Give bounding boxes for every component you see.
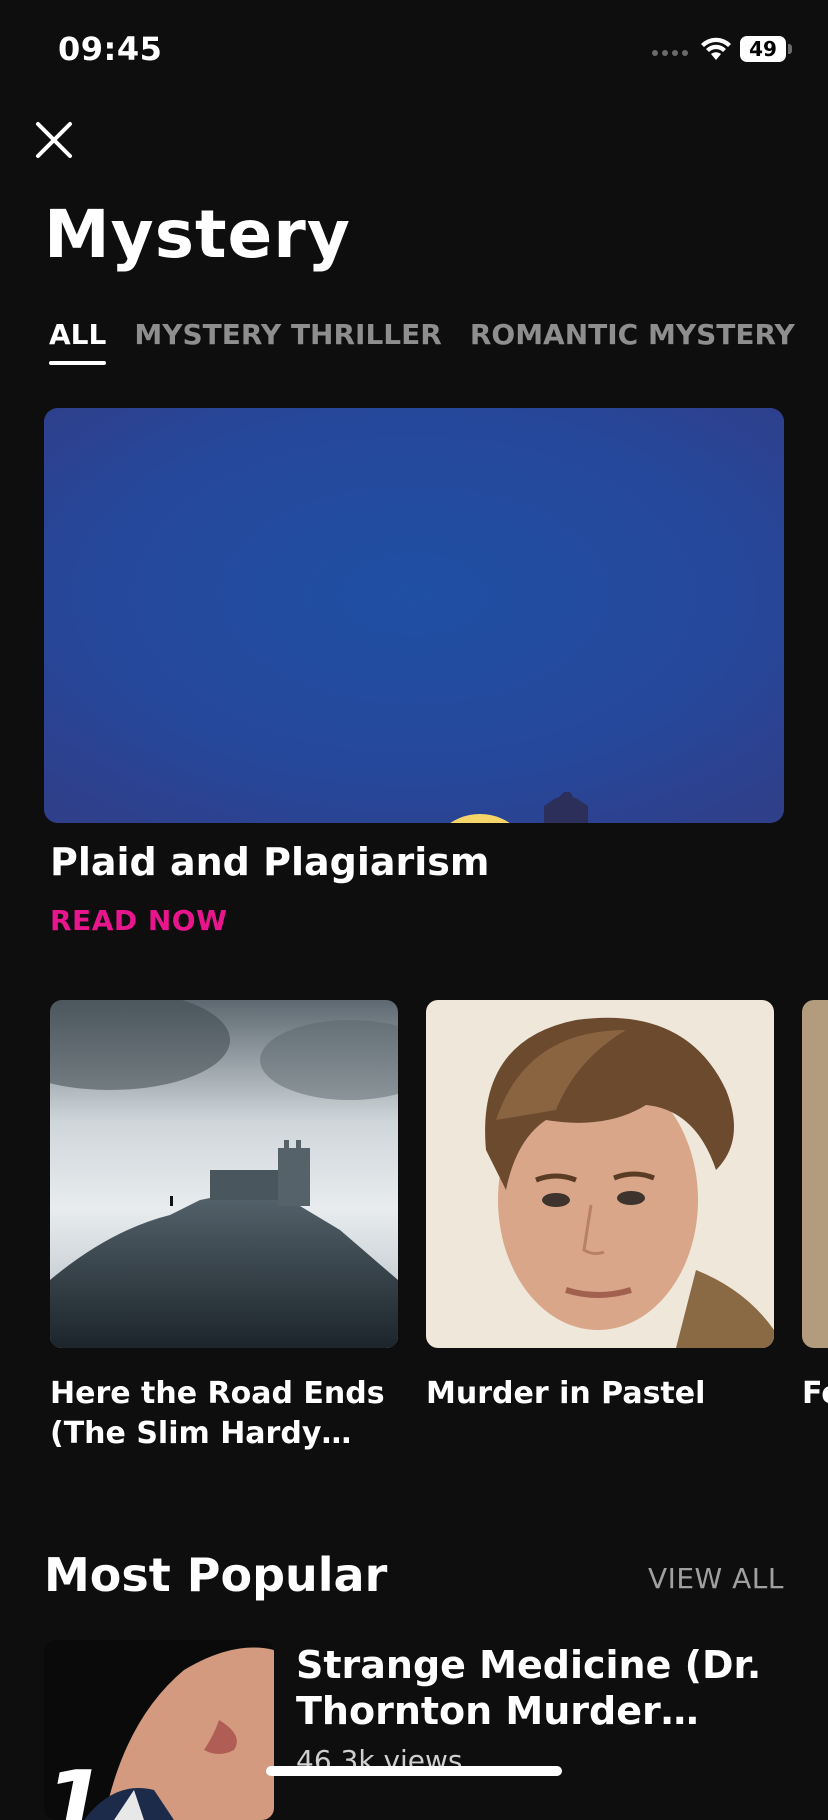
status-time: 09:45 [58,30,163,68]
featured-cover[interactable] [44,408,784,823]
tab-romantic-mystery[interactable]: ROMANTIC MYSTERY [470,318,795,361]
book-card[interactable]: Here the Road Ends (The Slim Hardy Myst… [50,1000,398,1454]
featured-cover-art [44,408,784,823]
page-title: Mystery [44,196,351,273]
book-cover [50,1000,398,1348]
wifi-icon [700,36,732,66]
battery-icon: 49 [740,36,792,62]
book-card[interactable]: Murder in Pastel [426,1000,774,1414]
status-bar: 09:45 49 [0,0,828,100]
tab-mystery-thriller[interactable]: MYSTERY THRILLER [134,318,441,361]
popular-title: Strange Medicine (Dr. Thornton Murder My… [296,1643,762,1733]
book-title: Here the Road Ends (The Slim Hardy Myst… [50,1376,385,1451]
close-icon [36,122,72,158]
book-title: Fo [802,1376,828,1411]
book-cover [802,1000,828,1348]
book-carousel[interactable]: Here the Road Ends (The Slim Hardy Myst…… [50,1000,828,1460]
book-title: Murder in Pastel [426,1376,706,1411]
featured-title[interactable]: Plaid and Plagiarism [50,840,489,884]
most-popular-title: Most Popular [44,1548,388,1602]
signal-icon [652,50,688,56]
popular-cover: 1 [44,1640,274,1820]
read-now-link[interactable]: READ NOW [50,904,227,937]
home-indicator[interactable] [266,1766,562,1776]
view-all-link[interactable]: VIEW ALL [648,1562,784,1595]
genre-tabs: ALL MYSTERY THRILLER ROMANTIC MYSTERY [49,318,795,365]
popular-rank: 1 [44,1752,107,1820]
book-card[interactable]: Fo [802,1000,828,1414]
book-cover [426,1000,774,1348]
close-button[interactable] [30,116,78,164]
tab-all[interactable]: ALL [49,318,107,365]
